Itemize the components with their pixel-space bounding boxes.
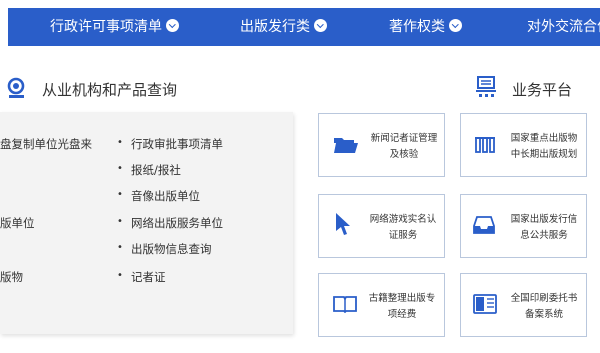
bullet-icon: •: [117, 163, 123, 174]
bullet-icon: •: [117, 242, 123, 253]
query-link[interactable]: 音像出版单位: [131, 188, 200, 204]
platform-card-game-realname[interactable]: 网络游戏实名认 证服务: [318, 194, 445, 258]
platform-card-distribution-info[interactable]: 国家出版发行信 息公共服务: [460, 194, 587, 258]
nav-item-label: 出版发行类: [240, 19, 310, 35]
query-link[interactable]: 记者证: [131, 269, 166, 285]
inbox-icon: [473, 216, 495, 234]
card-label: 全国印刷委托书 备案系统: [501, 291, 587, 323]
card-label-line: 证服务: [388, 230, 418, 241]
card-label-line: 国家出版发行信: [510, 214, 578, 225]
query-link[interactable]: 报纸/报社: [131, 162, 181, 178]
platform-card-press-card[interactable]: 新闻记者证管理 及核验: [318, 113, 445, 177]
platform-card-ancient-books[interactable]: 古籍整理出版专 项经费: [318, 273, 445, 337]
query-link[interactable]: 网络出版服务单位: [131, 215, 223, 231]
card-label-line: 项经费: [387, 309, 417, 320]
card-label-line: 中长期出版规划: [510, 149, 578, 160]
card-label: 国家重点出版物 中长期出版规划: [501, 131, 587, 163]
query-link[interactable]: 出版物信息查询: [131, 241, 212, 257]
card-label: 网络游戏实名认 证服务: [363, 212, 443, 244]
nav-item-label: 对外交流合作: [527, 19, 600, 35]
card-label-line: 息公共服务: [520, 230, 568, 241]
section-title-institutions: 从业机构和产品查询: [42, 81, 178, 99]
nav-item-publishing[interactable]: 出版发行类: [240, 8, 327, 46]
card-label-line: 国家重点出版物: [510, 133, 578, 144]
search-icon: [7, 77, 25, 98]
nav-item-foreign-exchange[interactable]: 对外交流合作: [527, 8, 600, 46]
bullet-icon: •: [117, 270, 123, 281]
card-label-line: 古籍整理出版专: [368, 293, 436, 304]
folder-icon: [334, 138, 358, 153]
books-icon: [475, 137, 495, 153]
platform-card-publication-plan[interactable]: 国家重点出版物 中长期出版规划: [460, 113, 587, 177]
card-label: 国家出版发行信 息公共服务: [501, 212, 587, 244]
nav-active-tab-edge: [0, 8, 8, 46]
query-link[interactable]: 行政审批事项清单: [131, 136, 223, 152]
chevron-down-icon: [166, 19, 179, 32]
card-label-line: 新闻记者证管理: [370, 133, 438, 144]
institution-query-panel: 盘复制单位光盘来 版单位 版物 • 行政审批事项清单 • 报纸/报社 • 音像出…: [0, 112, 293, 334]
query-link[interactable]: 版物: [0, 269, 23, 285]
cursor-icon: [336, 213, 350, 235]
query-link[interactable]: 盘复制单位光盘来: [0, 136, 92, 152]
bullet-icon: •: [117, 137, 123, 148]
nav-item-copyright[interactable]: 著作权类: [389, 8, 462, 46]
bullet-icon: •: [117, 189, 123, 200]
chevron-down-icon: [314, 19, 327, 32]
query-link[interactable]: 版单位: [0, 215, 35, 231]
nav-item-label: 著作权类: [389, 19, 445, 35]
top-nav-bar: 行政许可事项清单 出版发行类 著作权类 对外交流合作: [0, 8, 600, 46]
bullet-icon: •: [117, 216, 123, 227]
open-book-icon: [333, 296, 357, 313]
card-label-line: 全国印刷委托书: [510, 293, 578, 304]
card-label: 新闻记者证管理 及核验: [365, 131, 443, 163]
platform-icon: [476, 76, 496, 97]
card-label-line: 及核验: [389, 149, 419, 160]
card-label-line: 备案系统: [524, 309, 563, 320]
platform-card-printing-filing[interactable]: 全国印刷委托书 备案系统: [460, 273, 587, 337]
section-title-platform: 业务平台: [512, 81, 573, 99]
card-label: 古籍整理出版专 项经费: [361, 291, 443, 323]
nav-item-admin-license[interactable]: 行政许可事项清单: [50, 8, 179, 46]
chevron-down-icon: [449, 19, 462, 32]
nav-item-label: 行政许可事项清单: [50, 19, 162, 35]
card-label-line: 网络游戏实名认: [369, 214, 437, 225]
printed-book-icon: [473, 294, 497, 314]
